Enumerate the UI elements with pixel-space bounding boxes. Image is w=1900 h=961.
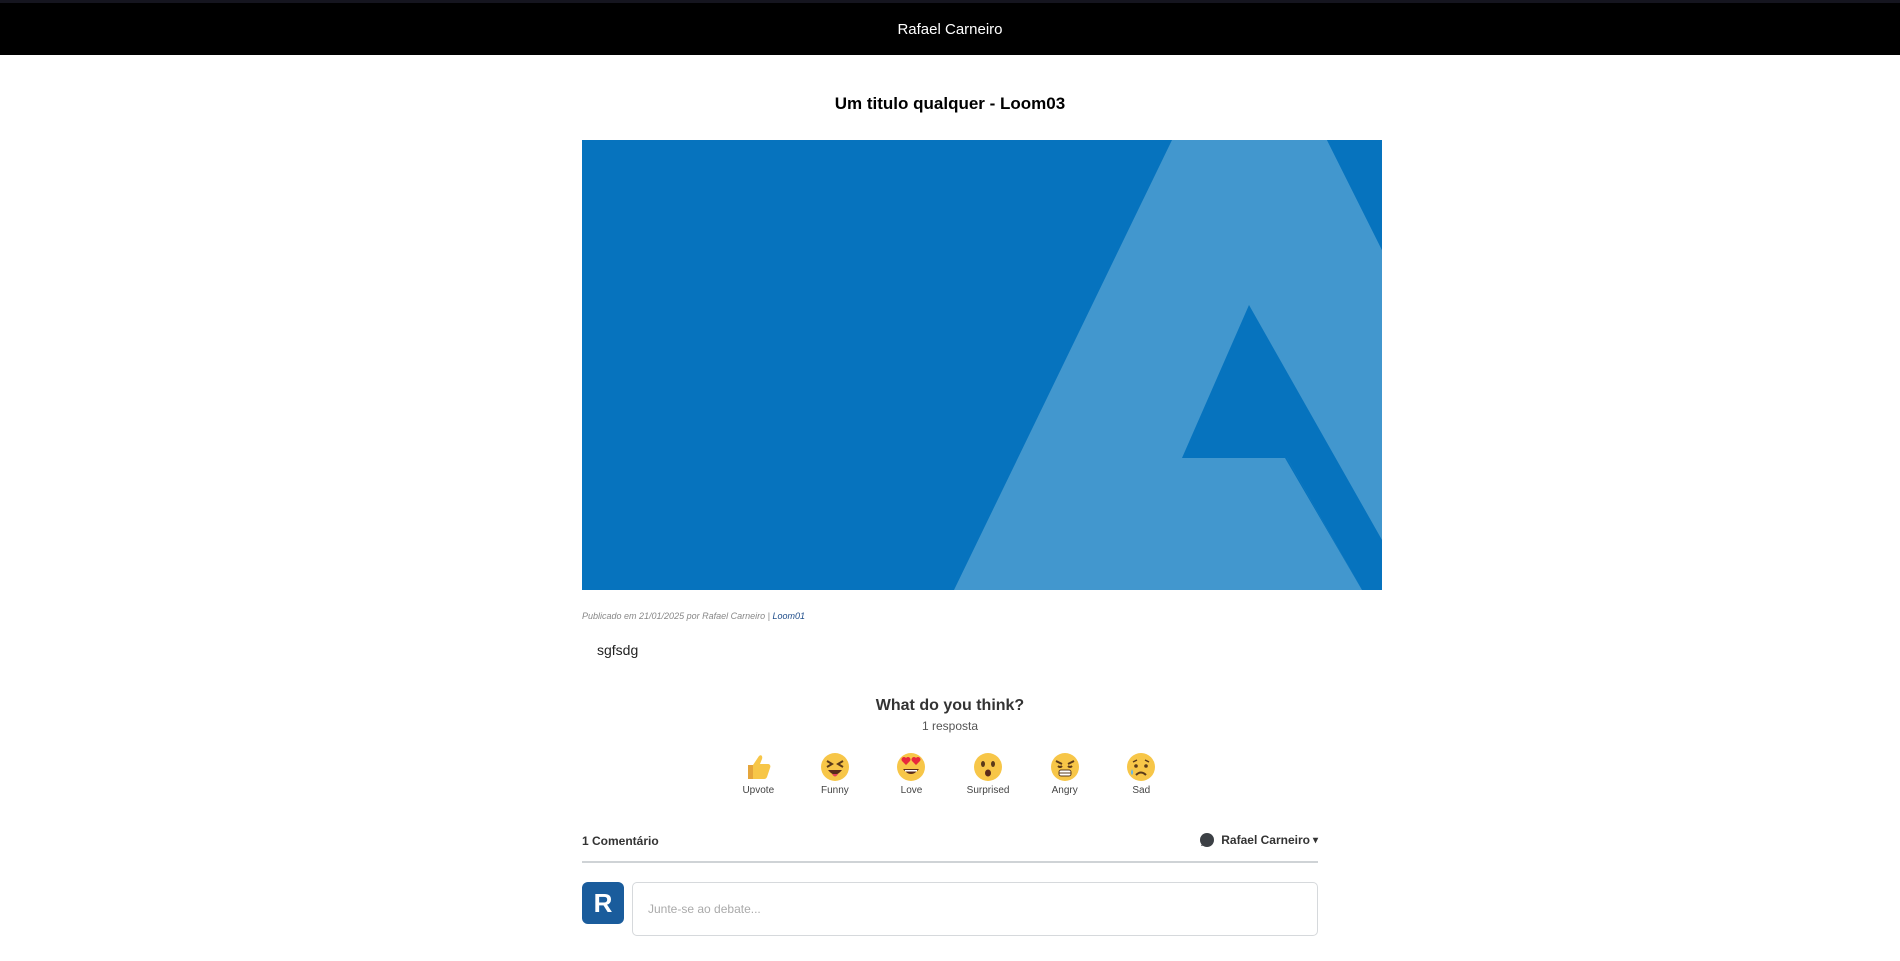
reaction-upvote[interactable]: Upvote [720,751,797,801]
chat-bubble-icon [1200,833,1215,847]
comment-count-tab[interactable]: 1 Comentário [582,834,659,848]
comments-header: 1 Comentário Rafael Carneiro ▾ [582,832,1318,863]
user-menu[interactable]: Rafael Carneiro ▾ [1199,832,1318,848]
site-title[interactable]: Rafael Carneiro [897,21,1002,38]
heart-eyes-icon [897,753,926,781]
category-link[interactable]: Loom01 [772,611,805,621]
post-title: Um titulo qualquer - Loom03 [834,94,1066,113]
reaction-label: Sad [1132,785,1151,796]
comment-input[interactable] [632,882,1318,936]
thumbs-up-icon [748,755,771,779]
reaction-label: Funny [820,785,849,796]
reaction-label: Surprised [966,785,1010,796]
laughing-icon [820,753,849,781]
surprised-icon [974,753,1003,781]
top-bar: Rafael Carneiro [0,0,1900,55]
post-meta: Publicado em 21/01/2025 por Rafael Carne… [582,611,805,621]
reaction-label: Angry [1051,785,1078,796]
post-body: sgfsdg [597,642,639,658]
sad-icon [1127,753,1156,781]
reactions-title: What do you think? [875,697,1025,714]
reaction-sad[interactable]: Sad [1103,751,1180,801]
reactions-count: 1 resposta [921,719,979,733]
post-hero-image [582,140,1382,590]
angry-icon [1050,753,1079,781]
reaction-funny[interactable]: Funny [797,751,874,801]
caret-down-icon: ▾ [1312,834,1318,846]
post-meta-text: Publicado em 21/01/2025 por Rafael Carne… [582,611,770,621]
avatar: R [582,882,624,924]
reaction-angry[interactable]: Angry [1026,751,1103,801]
reactions-bar: Upvote Funny Love Surprised Angry Sad [720,751,1180,801]
reaction-love[interactable]: Love [873,751,950,801]
reaction-label: Love [900,785,923,796]
reaction-label: Upvote [742,785,775,796]
user-menu-name: Rafael Carneiro [1221,833,1310,847]
reaction-surprised[interactable]: Surprised [950,751,1027,801]
